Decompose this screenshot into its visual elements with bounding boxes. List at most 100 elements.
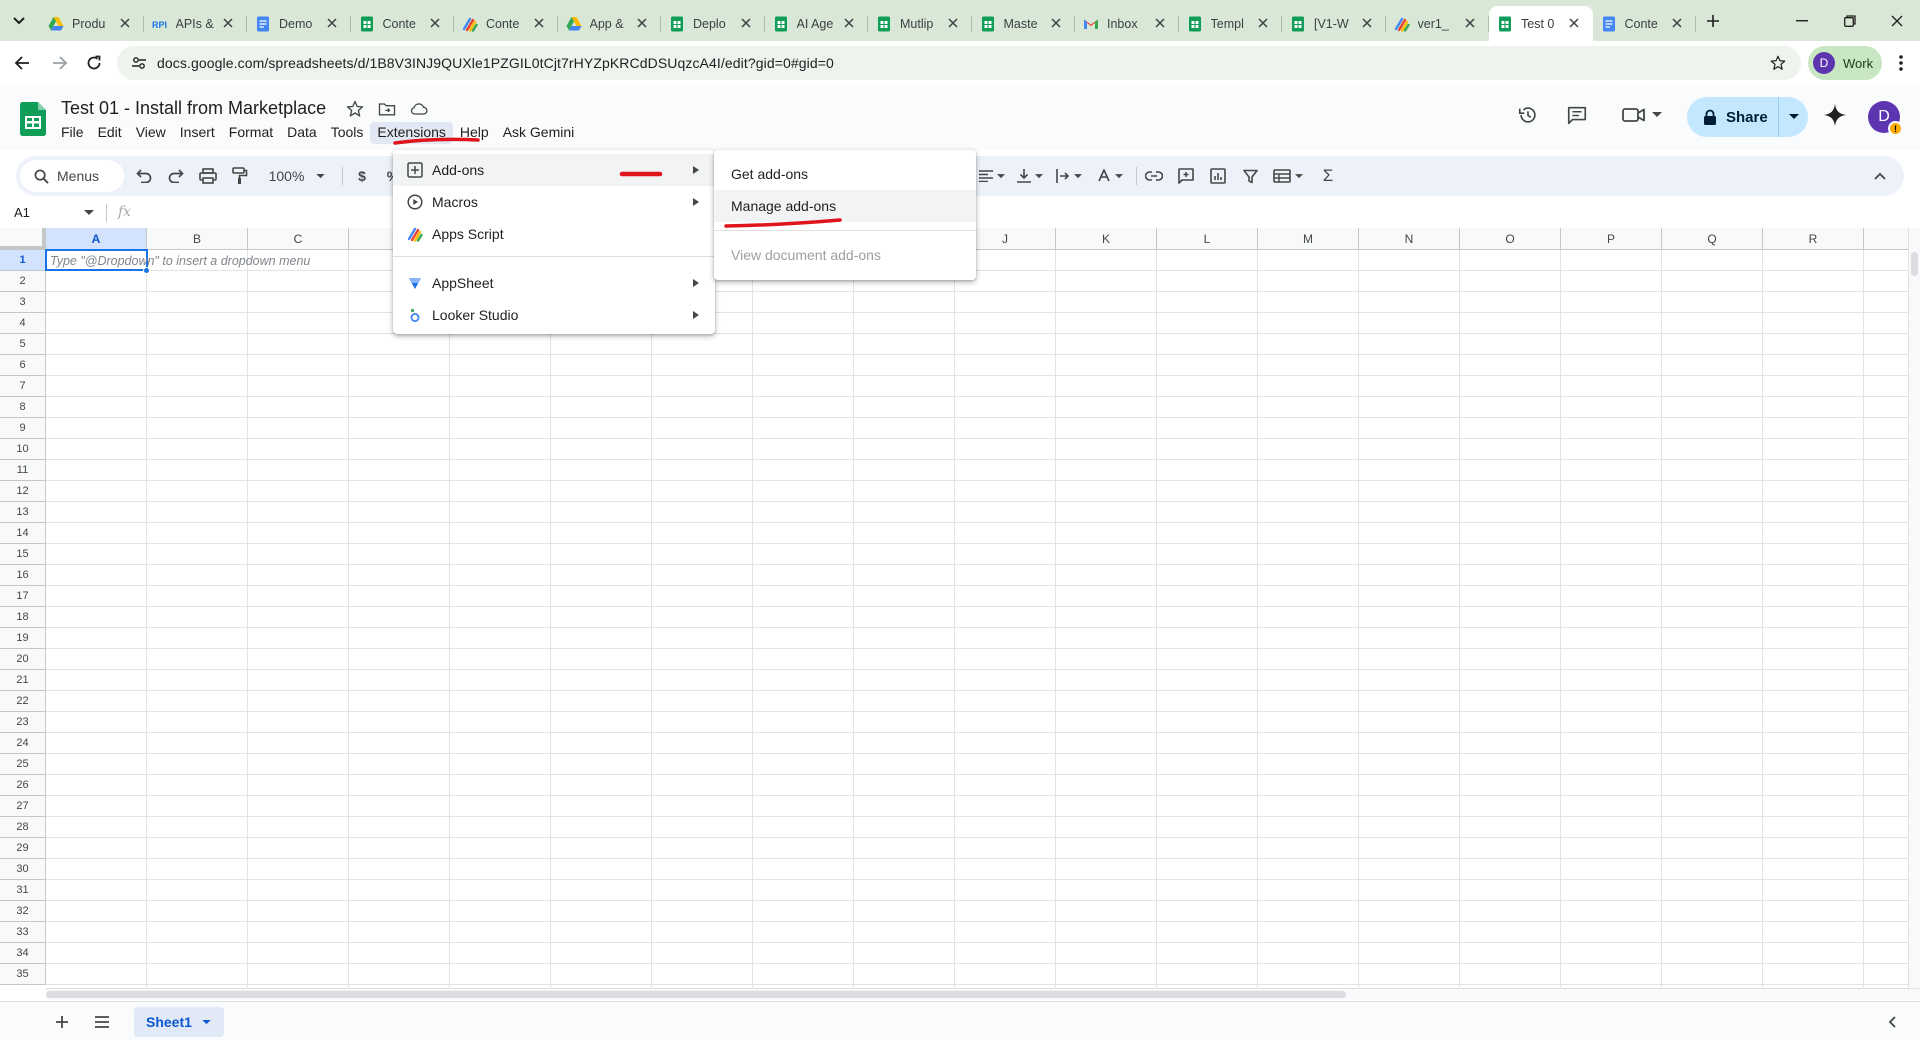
column-header-m[interactable]: M	[1258, 228, 1359, 250]
text-wrapping-button[interactable]	[1051, 164, 1087, 188]
text-rotation-button[interactable]	[1092, 164, 1128, 188]
zoom-select[interactable]: 100%	[262, 164, 332, 188]
column-header-q[interactable]: Q	[1662, 228, 1763, 250]
row-header-1[interactable]: 1	[0, 250, 45, 271]
address-bar[interactable]: docs.google.com/spreadsheets/d/1B8V3INJ9…	[117, 46, 1801, 80]
browser-tab[interactable]: Maste	[972, 6, 1076, 41]
menu-data[interactable]: Data	[280, 122, 324, 144]
move-folder-icon[interactable]	[377, 99, 397, 119]
browser-tab[interactable]: Conte	[351, 6, 455, 41]
filter-views-button[interactable]	[1268, 164, 1308, 188]
row-header-16[interactable]: 16	[0, 565, 45, 586]
vertical-scroll-thumb[interactable]	[1911, 252, 1918, 276]
row-header-2[interactable]: 2	[0, 271, 45, 292]
gemini-button[interactable]	[1821, 101, 1849, 129]
close-tab-icon[interactable]	[1567, 16, 1581, 30]
close-tab-icon[interactable]	[325, 16, 339, 30]
browser-tab[interactable]: ver1_	[1386, 6, 1490, 41]
close-tab-icon[interactable]	[739, 16, 753, 30]
redo-button[interactable]	[164, 164, 188, 188]
reload-button[interactable]	[82, 51, 106, 75]
column-header-o[interactable]: O	[1460, 228, 1561, 250]
google-sheets-logo-icon[interactable]	[20, 102, 46, 136]
close-tab-icon[interactable]	[1463, 16, 1477, 30]
insert-link-button[interactable]	[1142, 164, 1166, 188]
row-header-15[interactable]: 15	[0, 544, 45, 565]
horizontal-scroll-thumb[interactable]	[46, 991, 1346, 998]
browser-tab[interactable]: Test 0	[1489, 6, 1593, 41]
caret-down-icon[interactable]	[202, 1019, 211, 1025]
close-tab-icon[interactable]	[842, 16, 856, 30]
close-window-button[interactable]	[1886, 10, 1908, 32]
site-info-icon[interactable]	[131, 55, 147, 71]
document-title[interactable]: Test 01 - Install from Marketplace	[61, 98, 326, 119]
menu-extensions[interactable]: Extensions	[370, 122, 453, 144]
close-tab-icon[interactable]	[946, 16, 960, 30]
forward-button[interactable]	[48, 51, 72, 75]
row-header-28[interactable]: 28	[0, 817, 45, 838]
menu-edit[interactable]: Edit	[91, 122, 129, 144]
menu-file[interactable]: File	[54, 122, 91, 144]
close-tab-icon[interactable]	[1360, 16, 1374, 30]
functions-button[interactable]: Σ	[1318, 164, 1338, 188]
row-header-25[interactable]: 25	[0, 754, 45, 775]
row-header-8[interactable]: 8	[0, 397, 45, 418]
column-header-a[interactable]: A	[46, 228, 147, 250]
add-sheet-button[interactable]	[52, 1012, 72, 1032]
row-header-22[interactable]: 22	[0, 691, 45, 712]
row-header-18[interactable]: 18	[0, 607, 45, 628]
browser-tab[interactable]: Conte	[1593, 6, 1697, 41]
menu-item-macros[interactable]: Macros	[393, 186, 715, 218]
url-text[interactable]: docs.google.com/spreadsheets/d/1B8V3INJ9…	[157, 55, 834, 71]
vertical-scrollbar[interactable]	[1908, 228, 1920, 988]
all-sheets-button[interactable]	[92, 1012, 112, 1032]
menu-ask-gemini[interactable]: Ask Gemini	[496, 122, 582, 144]
row-header-32[interactable]: 32	[0, 901, 45, 922]
column-header-r[interactable]: R	[1763, 228, 1864, 250]
meet-button[interactable]	[1618, 101, 1666, 129]
horizontal-align-button[interactable]	[974, 164, 1010, 188]
paint-format-button[interactable]	[228, 164, 252, 188]
create-filter-button[interactable]	[1238, 164, 1262, 188]
row-header-30[interactable]: 30	[0, 859, 45, 880]
format-currency-button[interactable]: $	[352, 164, 372, 188]
cell-area[interactable]	[46, 250, 1908, 988]
menu-view[interactable]: View	[129, 122, 173, 144]
column-header-b[interactable]: B	[147, 228, 248, 250]
row-header-27[interactable]: 27	[0, 796, 45, 817]
share-button[interactable]: Share	[1687, 97, 1777, 137]
star-icon[interactable]	[345, 99, 365, 119]
browser-menu-icon[interactable]	[1891, 51, 1911, 75]
menu-item-looker-studio[interactable]: Looker Studio	[393, 299, 715, 331]
close-tab-icon[interactable]	[1670, 16, 1684, 30]
row-header-19[interactable]: 19	[0, 628, 45, 649]
row-header-17[interactable]: 17	[0, 586, 45, 607]
close-tab-icon[interactable]	[118, 16, 132, 30]
back-button[interactable]	[10, 51, 34, 75]
row-header-13[interactable]: 13	[0, 502, 45, 523]
name-box[interactable]: A1	[14, 205, 30, 220]
row-header-12[interactable]: 12	[0, 481, 45, 502]
browser-tab[interactable]: App &	[558, 6, 662, 41]
browser-tab[interactable]: [V1-W	[1282, 6, 1386, 41]
comments-button[interactable]	[1563, 101, 1591, 129]
column-header-c[interactable]: C	[248, 228, 349, 250]
version-history-button[interactable]	[1514, 101, 1542, 129]
browser-tab[interactable]: Demo	[247, 6, 351, 41]
row-header-14[interactable]: 14	[0, 523, 45, 544]
row-header-5[interactable]: 5	[0, 334, 45, 355]
caret-down-icon[interactable]	[84, 209, 94, 217]
search-menus-button[interactable]: Menus	[20, 160, 124, 192]
browser-tab[interactable]: Conte	[454, 6, 558, 41]
menu-item-manage-add-ons[interactable]: Manage add-ons	[714, 190, 976, 222]
row-header-35[interactable]: 35	[0, 964, 45, 985]
close-tab-icon[interactable]	[532, 16, 546, 30]
menu-help[interactable]: Help	[453, 122, 496, 144]
close-tab-icon[interactable]	[1049, 16, 1063, 30]
menu-item-apps-script[interactable]: Apps Script	[393, 218, 715, 250]
explore-panel-button[interactable]	[1882, 1012, 1902, 1032]
minimize-button[interactable]	[1791, 10, 1813, 32]
sheet-tab-sheet1[interactable]: Sheet1	[134, 1007, 224, 1037]
row-header-34[interactable]: 34	[0, 943, 45, 964]
row-header-24[interactable]: 24	[0, 733, 45, 754]
